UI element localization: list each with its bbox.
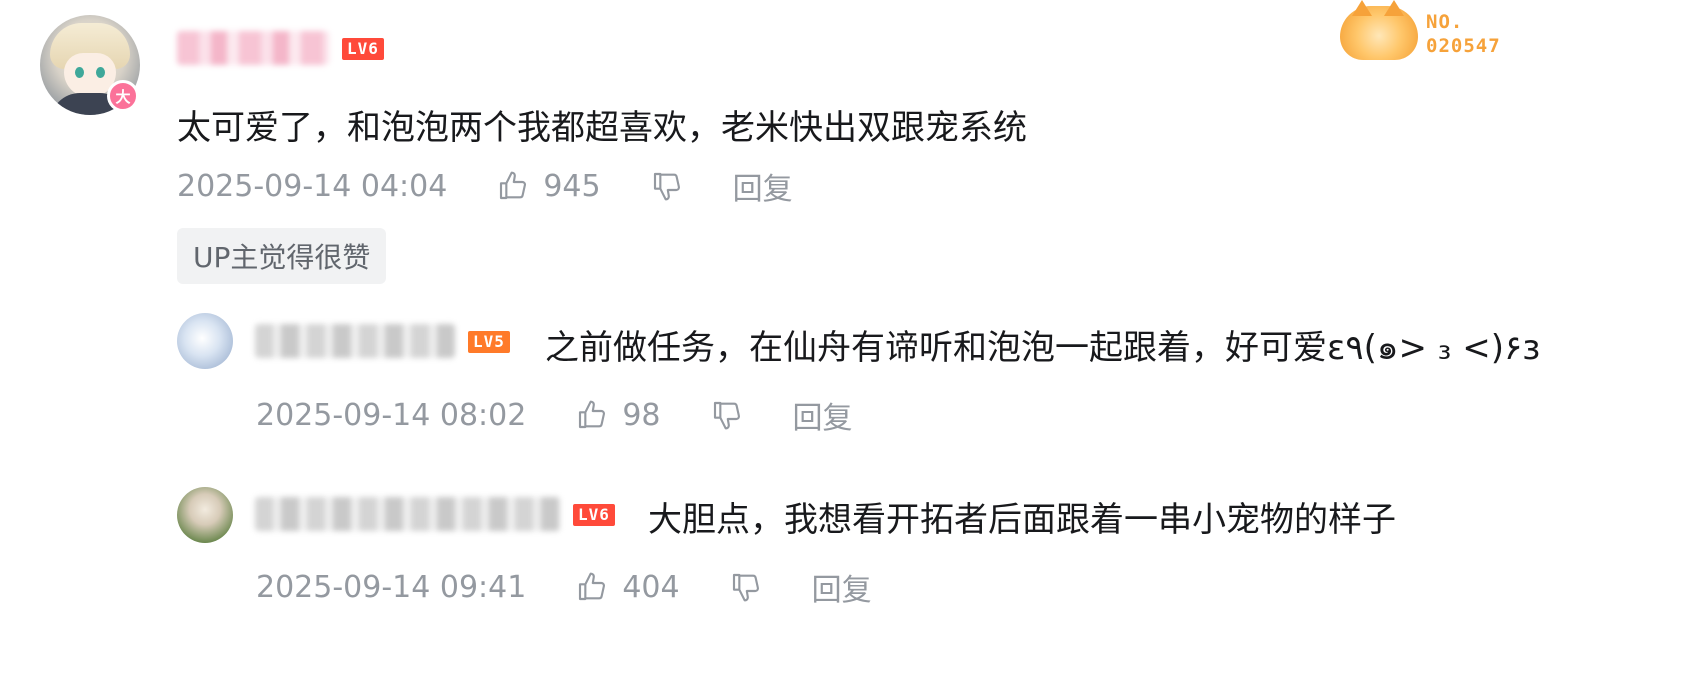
reply-level-badge: LV5 bbox=[468, 331, 510, 353]
username-blurred[interactable] bbox=[177, 31, 329, 65]
reply-like-button[interactable]: 98 bbox=[576, 397, 661, 433]
thumb-down-icon bbox=[732, 573, 759, 602]
reply-level-badge: LV6 bbox=[573, 504, 615, 526]
comment-text: 太可爱了，和泡泡两个我都超喜欢，老米快出双跟宠系统 bbox=[177, 108, 1027, 148]
comment-meta: 2025-09-14 04:04 945 回复 bbox=[177, 164, 793, 208]
reply-reply-button[interactable]: 回复 bbox=[812, 565, 872, 609]
reply-time: 2025-09-14 08:02 bbox=[256, 397, 527, 433]
thumb-up-icon bbox=[500, 171, 527, 200]
avatar-badge: 大 bbox=[107, 80, 139, 112]
reply-text: 大胆点，我想看开拓者后面跟着一串小宠物的样子 bbox=[648, 500, 1396, 540]
reply-reply-button[interactable]: 回复 bbox=[793, 393, 853, 437]
like-button[interactable]: 945 bbox=[497, 168, 601, 204]
dislike-button[interactable] bbox=[651, 170, 683, 202]
reply-like-count: 404 bbox=[622, 569, 680, 605]
reply-avatar[interactable] bbox=[177, 487, 233, 543]
reply-avatar[interactable] bbox=[177, 313, 233, 369]
reply-like-count: 98 bbox=[622, 397, 661, 433]
thumb-down-icon bbox=[713, 401, 740, 430]
like-count: 945 bbox=[543, 168, 601, 204]
cat-icon bbox=[1340, 0, 1418, 60]
reply-meta: 2025-09-14 09:41 404 回复 bbox=[256, 565, 872, 609]
thumb-up-icon bbox=[579, 400, 606, 429]
reply-button[interactable]: 回复 bbox=[733, 164, 793, 208]
comment-time: 2025-09-14 04:04 bbox=[177, 168, 448, 204]
comment-section: 大 LV6 NO. 020547 太可爱了，和泡泡两个我都超喜欢，老米快出双跟宠… bbox=[0, 0, 1686, 684]
reply-dislike-button[interactable] bbox=[711, 399, 743, 431]
reply-username-blurred[interactable] bbox=[255, 497, 560, 531]
level-badge: LV6 bbox=[342, 38, 384, 60]
reply-dislike-button[interactable] bbox=[730, 571, 762, 603]
reply-text: 之前做任务，在仙舟有谛听和泡泡一起跟着，好可爱ε٩(๑> ₃ <)۶з bbox=[545, 328, 1541, 368]
reply-meta: 2025-09-14 08:02 98 回复 bbox=[256, 393, 853, 437]
fan-number: NO. 020547 bbox=[1426, 11, 1501, 57]
thumb-down-icon bbox=[653, 172, 680, 201]
reply-like-button[interactable]: 404 bbox=[576, 569, 680, 605]
fan-badge: NO. 020547 bbox=[1340, 0, 1530, 60]
reply-username-blurred[interactable] bbox=[255, 324, 455, 358]
thumb-up-icon bbox=[579, 572, 606, 601]
reply-time: 2025-09-14 09:41 bbox=[256, 569, 527, 605]
up-liked-tag: UP主觉得很赞 bbox=[177, 228, 387, 284]
